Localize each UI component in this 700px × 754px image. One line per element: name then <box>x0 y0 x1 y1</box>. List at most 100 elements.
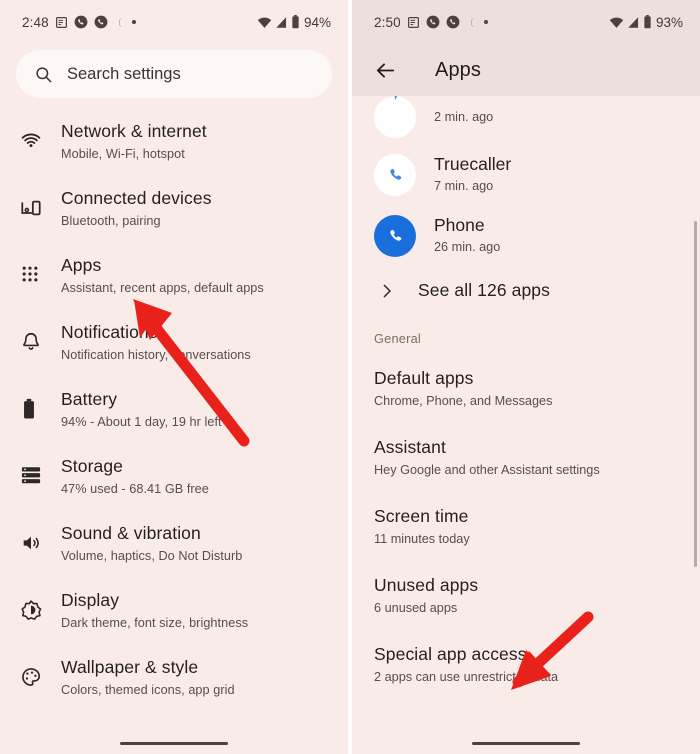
phone-call-icon <box>74 15 88 29</box>
wifi-icon <box>609 16 624 29</box>
page-title: Apps <box>435 58 481 81</box>
app-name: Phone <box>434 215 485 235</box>
settings-row-connected-devices[interactable]: Connected devices Bluetooth, pairing <box>0 175 348 242</box>
settings-row-title: Wallpaper & style <box>61 657 199 677</box>
settings-row-subtitle: Mobile, Wi-Fi, hotspot <box>61 147 185 161</box>
settings-row-subtitle: Assistant, recent apps, default apps <box>61 281 264 295</box>
settings-row-title: Notifications <box>61 322 158 342</box>
app-time: 26 min. ago <box>434 240 501 254</box>
left-phone-settings-screen: 2:48 94% Search settings Network & inter… <box>0 0 348 754</box>
settings-row-network-internet[interactable]: Network & internet Mobile, Wi-Fi, hotspo… <box>0 108 348 175</box>
settings-row-subtitle: Colors, themed icons, app grid <box>61 683 235 697</box>
settings-row-sound-vibration[interactable]: Sound & vibration Volume, haptics, Do No… <box>0 510 348 577</box>
phone-call-icon <box>426 15 440 29</box>
app-time: 7 min. ago <box>434 179 494 193</box>
battery-icon <box>291 15 300 29</box>
settings-row-subtitle: Volume, haptics, Do Not Disturb <box>61 549 243 563</box>
pref-row-screen-time[interactable]: Screen time 11 minutes today <box>352 492 700 561</box>
vertical-scrollbar[interactable] <box>693 221 697 567</box>
bell-icon <box>20 320 54 353</box>
pref-row-special-app-access[interactable]: Special app access 2 apps can use unrest… <box>352 630 700 699</box>
back-arrow-icon[interactable] <box>374 59 397 82</box>
right-status-bar: 2:50 93% <box>352 0 700 44</box>
pref-title: Assistant <box>374 437 446 457</box>
settings-row-title: Display <box>61 590 120 610</box>
home-indicator <box>352 741 700 745</box>
phone-call-icon <box>446 15 460 29</box>
settings-row-display[interactable]: Display Dark theme, font size, brightnes… <box>0 577 348 644</box>
search-input[interactable]: Search settings <box>16 50 332 98</box>
pref-title: Unused apps <box>374 575 479 595</box>
settings-row-subtitle: Bluetooth, pairing <box>61 214 161 228</box>
battery-icon <box>643 15 652 29</box>
signal-icon <box>275 16 288 29</box>
battery-percentage: 93% <box>655 14 683 30</box>
battery-icon <box>20 387 54 420</box>
crescent-moon-icon <box>466 16 478 29</box>
recent-app-row-phone[interactable]: Phone 26 min. ago <box>352 205 700 266</box>
status-bar-time: 2:48 <box>22 14 49 30</box>
section-header-general: General <box>374 331 421 346</box>
signal-icon <box>627 16 640 29</box>
left-status-bar: 2:48 94% <box>0 0 348 44</box>
apps-grid-icon <box>20 253 54 284</box>
settings-row-notifications[interactable]: Notifications Notification history, conv… <box>0 309 348 376</box>
search-icon <box>34 65 53 84</box>
settings-row-subtitle: Dark theme, font size, brightness <box>61 616 249 630</box>
see-all-apps-label: See all 126 apps <box>418 280 550 300</box>
pref-row-default-apps[interactable]: Default apps Chrome, Phone, and Messages <box>352 354 700 423</box>
storage-icon <box>20 454 54 485</box>
pref-row-assistant[interactable]: Assistant Hey Google and other Assistant… <box>352 423 700 492</box>
dot-icon <box>483 20 488 24</box>
recent-app-row-partial[interactable]: 2 min. ago <box>352 96 700 144</box>
settings-row-storage[interactable]: Storage 47% used - 68.41 GB free <box>0 443 348 510</box>
crescent-moon-icon <box>114 16 126 29</box>
settings-row-apps[interactable]: Apps Assistant, recent apps, default app… <box>0 242 348 309</box>
wifi-icon <box>257 16 272 29</box>
dot-icon <box>131 20 136 24</box>
pref-title: Special app access <box>374 644 527 664</box>
recent-app-row-truecaller[interactable]: Truecaller 7 min. ago <box>352 144 700 205</box>
settings-row-battery[interactable]: Battery 94% - About 1 day, 19 hr left <box>0 376 348 443</box>
phone-call-icon <box>94 15 108 29</box>
settings-row-title: Sound & vibration <box>61 523 201 543</box>
pref-title: Default apps <box>374 368 474 388</box>
see-all-apps-row[interactable]: See all 126 apps <box>352 266 700 315</box>
phone-icon <box>374 214 416 257</box>
pref-subtitle: 2 apps can use unrestricted data <box>374 670 559 684</box>
connected-devices-icon <box>20 186 54 219</box>
search-bar-container: Search settings <box>0 44 348 108</box>
right-phone-apps-screen: 2:50 93% Apps 2 min. ago Truecaller 7 mi… <box>352 0 700 754</box>
settings-row-title: Battery <box>61 389 118 409</box>
chevron-right-icon <box>378 282 412 300</box>
settings-list: Network & internet Mobile, Wi-Fi, hotspo… <box>0 108 348 711</box>
truecaller-icon <box>374 153 416 196</box>
pref-subtitle: Hey Google and other Assistant settings <box>374 463 600 477</box>
pref-title: Screen time <box>374 506 469 526</box>
settings-row-subtitle: 47% used - 68.41 GB free <box>61 482 209 496</box>
volume-icon <box>20 521 54 554</box>
truecaller-partial-icon <box>374 96 416 138</box>
pref-subtitle: Chrome, Phone, and Messages <box>374 394 553 408</box>
app-name: Truecaller <box>434 154 512 174</box>
dual-phone-screenshot: 2:48 94% Search settings Network & inter… <box>0 0 700 754</box>
palette-icon <box>20 655 54 688</box>
settings-row-subtitle: 94% - About 1 day, 19 hr left <box>61 415 222 429</box>
app-time: 2 min. ago <box>434 110 494 124</box>
brightness-icon <box>20 588 54 621</box>
settings-row-title: Network & internet <box>61 121 207 141</box>
apps-app-bar: Apps <box>352 44 700 96</box>
note-icon <box>407 16 420 29</box>
home-indicator <box>0 741 348 745</box>
settings-row-title: Apps <box>61 255 102 275</box>
wifi-icon <box>20 119 54 152</box>
status-bar-time: 2:50 <box>374 14 401 30</box>
pref-subtitle: 6 unused apps <box>374 601 458 615</box>
search-placeholder-text: Search settings <box>67 64 181 83</box>
settings-row-title: Storage <box>61 456 123 476</box>
pref-subtitle: 11 minutes today <box>374 532 470 546</box>
note-icon <box>55 16 68 29</box>
settings-row-wallpaper-style[interactable]: Wallpaper & style Colors, themed icons, … <box>0 644 348 711</box>
settings-row-title: Connected devices <box>61 188 212 208</box>
pref-row-unused-apps[interactable]: Unused apps 6 unused apps <box>352 561 700 630</box>
